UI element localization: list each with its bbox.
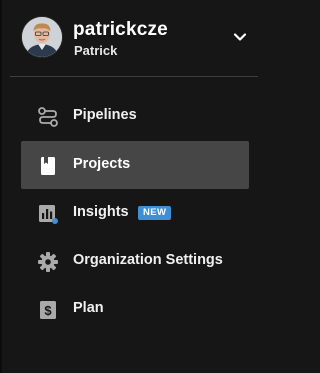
nav-item-organization-settings[interactable]: Organization Settings (21, 237, 249, 285)
avatar (22, 17, 62, 57)
new-badge: NEW (138, 206, 172, 220)
projects-icon (41, 157, 55, 175)
insights-icon (39, 205, 58, 224)
nav-label-organization-settings: Organization Settings (73, 252, 223, 268)
nav-label-insights: Insights (73, 204, 129, 220)
nav-item-pipelines[interactable]: Pipelines (21, 92, 249, 140)
nav-item-plan[interactable]: $ Plan (21, 285, 249, 333)
org-sidebar: patrickcze Patrick Pipelines Projects In… (0, 0, 266, 373)
nav-label-plan: Plan (73, 300, 104, 316)
nav-item-insights[interactable]: Insights NEW (21, 189, 249, 237)
account-switcher[interactable]: patrickcze Patrick (0, 0, 266, 76)
account-username: patrickcze (73, 19, 168, 40)
account-display-name: Patrick (74, 43, 118, 58)
svg-text:$: $ (44, 303, 52, 318)
nav-label-pipelines: Pipelines (73, 107, 137, 123)
nav-label-projects: Projects (73, 156, 131, 172)
gear-icon (38, 252, 58, 272)
nav-item-projects[interactable]: Projects (21, 141, 249, 189)
dollar-icon: $ (40, 301, 56, 319)
account-divider (10, 76, 258, 77)
chevron-down-icon[interactable] (232, 30, 248, 44)
pipelines-icon (38, 107, 58, 127)
